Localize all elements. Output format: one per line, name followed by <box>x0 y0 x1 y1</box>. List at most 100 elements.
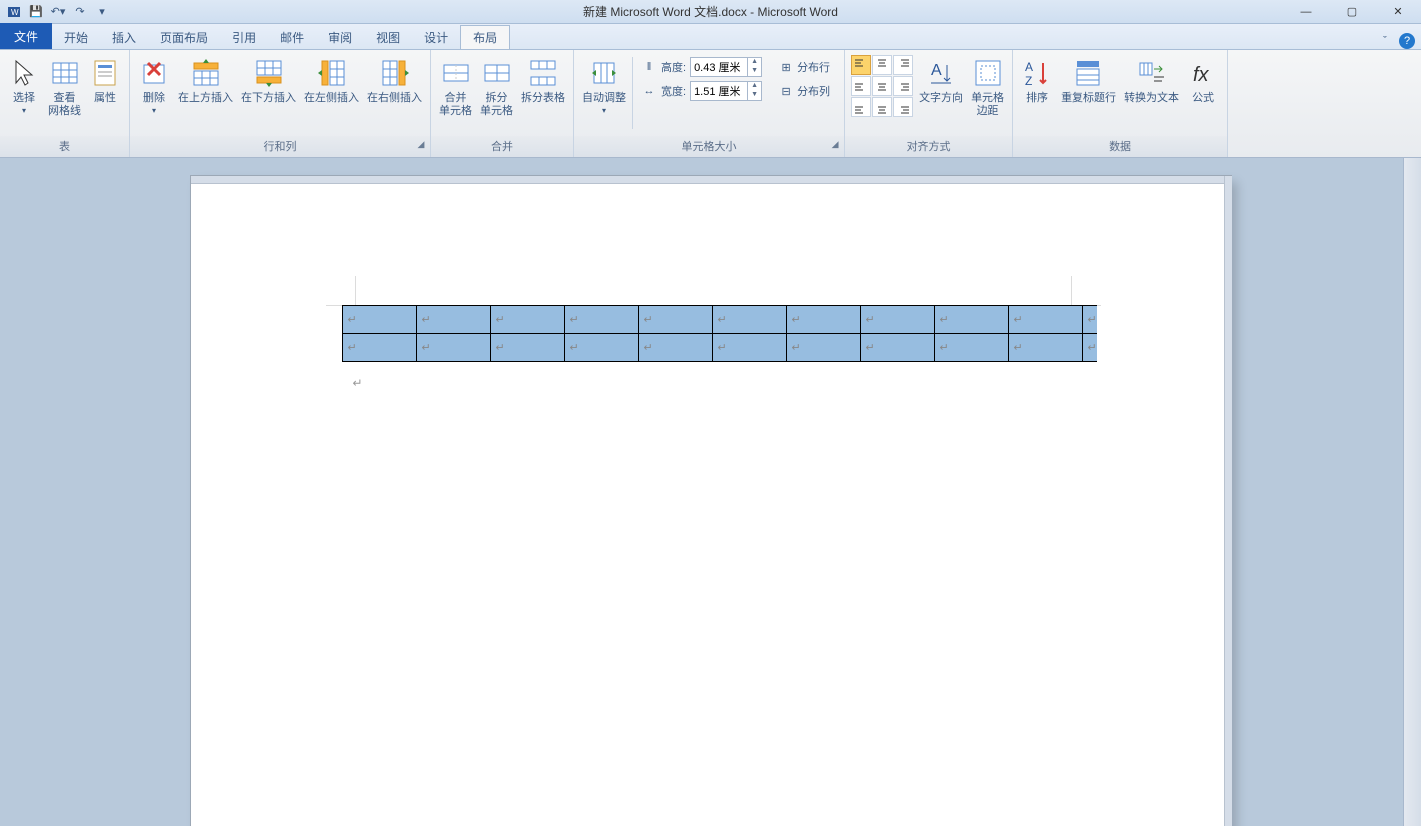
maximize-button[interactable]: ▢ <box>1329 0 1375 24</box>
table-cell[interactable]: ↵ <box>786 306 860 334</box>
table-cell[interactable]: ↵ <box>1008 334 1082 362</box>
cellsize-dialog-launcher[interactable]: ◢ <box>829 139 841 151</box>
align-mid-left[interactable] <box>851 76 871 96</box>
help-button[interactable]: ? <box>1399 33 1415 49</box>
height-up[interactable]: ▲ <box>747 58 761 67</box>
table-cell[interactable]: ↵ <box>638 334 712 362</box>
align-top-right[interactable] <box>893 55 913 75</box>
split-cells-button[interactable]: 拆分 单元格 <box>476 53 517 120</box>
autofit-button[interactable]: 自动调整▾ <box>578 53 630 133</box>
split-table-icon <box>527 57 559 89</box>
formula-icon: fx <box>1187 57 1219 89</box>
align-mid-center[interactable] <box>872 76 892 96</box>
sort-button[interactable]: AZ 排序 <box>1017 53 1057 107</box>
tab-design[interactable]: 设计 <box>412 25 460 49</box>
select-button[interactable]: 选择▾ <box>4 53 44 117</box>
width-up[interactable]: ▲ <box>747 82 761 91</box>
delete-button[interactable]: 删除▾ <box>134 53 174 117</box>
align-top-left[interactable] <box>851 55 871 75</box>
cell-margins-icon <box>972 57 1004 89</box>
qat-customize[interactable]: ▾ <box>92 2 112 22</box>
formula-button[interactable]: fx 公式 <box>1183 53 1223 107</box>
document-area[interactable]: ↵↵↵↵↵↵↵↵↵↵↵↵↵↵↵↵↵↵↵↵↵↵ ↵ <box>0 158 1421 826</box>
width-spinner[interactable]: ▲▼ <box>690 81 762 101</box>
title-bar: W 💾 ↶▾ ↷ ▾ 表格工具 新建 Microsoft Word 文档.doc… <box>0 0 1421 24</box>
group-rowscols: 删除▾ 在上方插入 在下方插入 在左侧插入 在右侧插入 行和列◢ <box>130 50 431 157</box>
cell-margins-button[interactable]: 单元格 边距 <box>967 53 1008 120</box>
table-cell[interactable]: ↵ <box>860 306 934 334</box>
tab-pagelayout[interactable]: 页面布局 <box>148 25 220 49</box>
minimize-ribbon-button[interactable]: ˇ <box>1377 33 1393 49</box>
align-mid-right[interactable] <box>893 76 913 96</box>
tab-review[interactable]: 审阅 <box>316 25 364 49</box>
properties-button[interactable]: 属性 <box>85 53 125 107</box>
tab-layout[interactable]: 布局 <box>460 25 510 49</box>
table-cell[interactable]: ↵ <box>342 306 416 334</box>
tab-view[interactable]: 视图 <box>364 25 412 49</box>
table-cell[interactable]: ↵ <box>490 334 564 362</box>
table-cell[interactable]: ↵ <box>934 306 1008 334</box>
distribute-rows-button[interactable]: ⊞分布行 <box>774 57 834 77</box>
height-icon: ‖ <box>641 59 657 75</box>
convert-to-text-button[interactable]: 转换为文本 <box>1120 53 1183 107</box>
table-cell[interactable]: ↵ <box>786 334 860 362</box>
insert-left-button[interactable]: 在左侧插入 <box>300 53 363 107</box>
distribute-cols-button[interactable]: ⊟分布列 <box>774 81 834 101</box>
table-cell[interactable]: ↵ <box>416 306 490 334</box>
table-cell[interactable]: ↵ <box>564 306 638 334</box>
insert-above-button[interactable]: 在上方插入 <box>174 53 237 107</box>
window-title: 新建 Microsoft Word 文档.docx - Microsoft Wo… <box>583 3 838 20</box>
table-cell[interactable]: ↵ <box>712 334 786 362</box>
svg-text:A: A <box>1025 60 1033 74</box>
redo-button[interactable]: ↷ <box>70 2 90 22</box>
row-end-mark: ↵ <box>1082 334 1097 362</box>
cursor-icon <box>8 57 40 89</box>
table-cell[interactable]: ↵ <box>416 334 490 362</box>
minimize-button[interactable]: — <box>1283 0 1329 24</box>
width-down[interactable]: ▼ <box>747 91 761 100</box>
height-down[interactable]: ▼ <box>747 67 761 76</box>
table-cell[interactable]: ↵ <box>564 334 638 362</box>
margin-mark-tr <box>1071 276 1101 306</box>
save-button[interactable]: 💾 <box>26 2 46 22</box>
split-table-button[interactable]: 拆分表格 <box>517 53 569 107</box>
table-cell[interactable]: ↵ <box>490 306 564 334</box>
merge-cells-button[interactable]: 合并 单元格 <box>435 53 476 120</box>
svg-text:Z: Z <box>1025 74 1032 88</box>
group-align: A 文字方向 单元格 边距 对齐方式 <box>845 50 1013 157</box>
view-gridlines-button[interactable]: 查看 网格线 <box>44 53 85 120</box>
table-cell[interactable]: ↵ <box>342 334 416 362</box>
align-top-center[interactable] <box>872 55 892 75</box>
rowscols-dialog-launcher[interactable]: ◢ <box>415 139 427 151</box>
text-direction-button[interactable]: A 文字方向 <box>915 53 967 107</box>
tab-home[interactable]: 开始 <box>52 25 100 49</box>
tab-insert[interactable]: 插入 <box>100 25 148 49</box>
table-cell[interactable]: ↵ <box>934 334 1008 362</box>
repeat-header-button[interactable]: 重复标题行 <box>1057 53 1120 107</box>
dist-rows-icon: ⊞ <box>778 59 794 75</box>
insert-right-button[interactable]: 在右侧插入 <box>363 53 426 107</box>
document-table[interactable]: ↵↵↵↵↵↵↵↵↵↵↵↵↵↵↵↵↵↵↵↵↵↵ <box>342 305 1097 362</box>
align-bot-center[interactable] <box>872 97 892 117</box>
table-cell[interactable]: ↵ <box>638 306 712 334</box>
align-bot-right[interactable] <box>893 97 913 117</box>
table-cell[interactable]: ↵ <box>1008 306 1082 334</box>
tab-references[interactable]: 引用 <box>220 25 268 49</box>
group-cellsize: 自动调整▾ ‖ 高度: ▲▼ ↔ 宽度: ▲▼ <box>574 50 845 157</box>
height-spinner[interactable]: ▲▼ <box>690 57 762 77</box>
insert-below-button[interactable]: 在下方插入 <box>237 53 300 107</box>
align-bot-left[interactable] <box>851 97 871 117</box>
vertical-scrollbar[interactable] <box>1403 158 1421 826</box>
width-input[interactable] <box>691 84 747 98</box>
dist-cols-icon: ⊟ <box>778 83 794 99</box>
tab-mailings[interactable]: 邮件 <box>268 25 316 49</box>
merge-icon <box>440 57 472 89</box>
close-button[interactable]: ✕ <box>1375 0 1421 24</box>
table-cell[interactable]: ↵ <box>712 306 786 334</box>
height-input[interactable] <box>691 60 747 74</box>
undo-button[interactable]: ↶▾ <box>48 2 68 22</box>
table-cell[interactable]: ↵ <box>860 334 934 362</box>
tab-file[interactable]: 文件 <box>0 23 52 49</box>
group-label-table: 表 <box>0 136 129 157</box>
word-icon[interactable]: W <box>4 2 24 22</box>
